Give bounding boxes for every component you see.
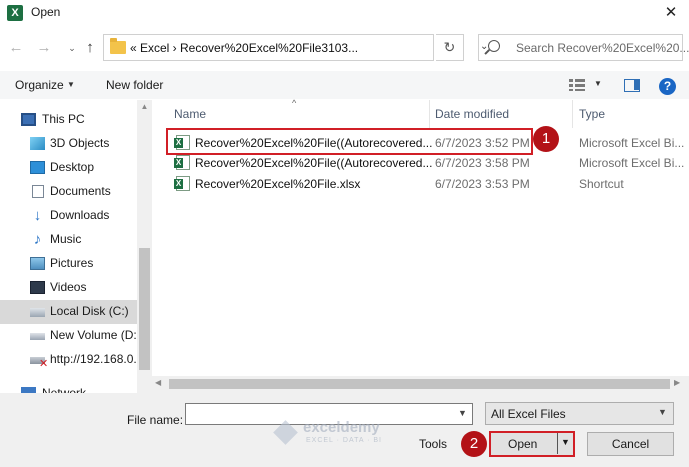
file-name-label: File name: — [127, 413, 184, 427]
sidebar-item-local-disk[interactable]: Local Disk (C:) — [0, 300, 137, 324]
sidebar-item-3d-objects[interactable]: 3D Objects — [0, 132, 137, 156]
file-type: Microsoft Excel Bi... — [579, 156, 685, 170]
file-type: Microsoft Excel Bi... — [579, 136, 685, 150]
highlight-box — [166, 128, 533, 155]
sidebar-item-label: Desktop — [50, 160, 95, 174]
downloads-icon: ↓ — [33, 207, 42, 224]
column-header-name[interactable]: Name — [174, 107, 206, 121]
up-button[interactable]: ↑ — [80, 38, 100, 58]
tools-button[interactable]: Tools — [419, 437, 447, 451]
sidebar-item-network-drive[interactable]: ✕ http://192.168.0. — [0, 348, 137, 372]
watermark-logo: exceldemy EXCEL · DATA · BI — [273, 418, 413, 448]
open-button-label: Open — [508, 437, 538, 451]
navigation-pane: This PC 3D Objects Desktop Documents ↓ D… — [0, 100, 152, 395]
excel-shortcut-icon — [174, 176, 190, 191]
column-header-row: Name Date modified Type — [162, 100, 689, 128]
cancel-button[interactable]: Cancel — [587, 432, 674, 456]
address-bar[interactable]: « Excel › Recover%20Excel%20File3103... … — [103, 34, 488, 61]
chevron-down-icon[interactable]: ▼ — [67, 80, 75, 89]
desktop-icon — [30, 161, 45, 174]
sidebar-item-label: This PC — [42, 112, 85, 126]
file-name: Recover%20Excel%20File((Autorecovered... — [195, 156, 433, 170]
sidebar-item-label: Videos — [50, 280, 87, 294]
drive-icon — [30, 308, 45, 317]
file-date: 6/7/2023 3:53 PM — [435, 177, 530, 191]
file-type-filter[interactable]: All Excel Files ▼ — [485, 402, 674, 425]
file-type: Shortcut — [579, 177, 624, 191]
sidebar-item-downloads[interactable]: ↓ Downloads — [0, 204, 137, 228]
step-badge-1: 1 — [533, 126, 559, 152]
sidebar-scrollbar[interactable]: ▲ — [137, 100, 152, 395]
scroll-right-icon[interactable]: ▶ — [674, 378, 680, 387]
excel-icon: X — [7, 5, 23, 21]
file-type-filter-value: All Excel Files — [491, 407, 566, 421]
horizontal-scrollbar[interactable]: ◀ ▶ — [152, 376, 689, 393]
refresh-button[interactable]: ↻ — [436, 34, 464, 61]
view-options-icon[interactable] — [569, 79, 585, 91]
close-button[interactable]: ✕ — [660, 3, 682, 23]
music-icon: ♪ — [33, 231, 42, 248]
sidebar-item-this-pc[interactable]: This PC — [0, 108, 137, 132]
file-row[interactable]: Recover%20Excel%20File((Autorecovered...… — [162, 153, 689, 173]
sidebar-item-label: New Volume (D: — [50, 328, 137, 342]
disconnected-icon: ✕ — [39, 358, 49, 370]
chevron-down-icon[interactable]: ▼ — [594, 79, 602, 88]
window-title: Open — [31, 5, 61, 19]
forward-button[interactable]: → — [34, 38, 54, 58]
sidebar-item-label: Music — [50, 232, 82, 246]
sidebar-item-pictures[interactable]: Pictures — [0, 252, 137, 276]
sidebar-item-desktop[interactable]: Desktop — [0, 156, 137, 180]
watermark-tagline: EXCEL · DATA · BI — [306, 437, 382, 444]
search-placeholder: Search Recover%20Excel%20... — [516, 41, 689, 55]
open-options-chevron-icon[interactable]: ▼ — [561, 437, 570, 447]
documents-icon — [32, 185, 44, 198]
folder-icon — [110, 38, 126, 54]
watermark-name: exceldemy — [303, 419, 380, 436]
preview-pane-icon[interactable] — [624, 79, 640, 92]
scroll-up-icon[interactable]: ▲ — [137, 102, 152, 111]
split-divider — [557, 433, 558, 454]
file-date: 6/7/2023 3:58 PM — [435, 156, 530, 170]
column-header-date[interactable]: Date modified — [435, 107, 509, 121]
videos-icon — [30, 281, 45, 294]
excel-file-icon — [174, 155, 190, 170]
scrollbar-thumb[interactable] — [139, 248, 150, 370]
drive-icon — [30, 333, 45, 340]
sidebar-item-documents[interactable]: Documents — [0, 180, 137, 204]
pc-icon — [21, 113, 36, 126]
command-toolbar: Organize ▼ New folder ▼ ? — [0, 71, 689, 99]
sidebar-item-label: Downloads — [50, 208, 110, 222]
step-badge-2: 2 — [461, 431, 487, 457]
pictures-icon — [30, 257, 45, 270]
scroll-left-icon[interactable]: ◀ — [155, 378, 161, 387]
search-icon — [488, 40, 500, 52]
recent-locations-button[interactable]: ⌄ — [62, 38, 82, 58]
column-header-type[interactable]: Type — [579, 107, 605, 121]
sidebar-item-new-volume[interactable]: New Volume (D: — [0, 324, 137, 348]
open-button[interactable]: Open ▼ — [489, 431, 575, 457]
sidebar-item-label: Pictures — [50, 256, 94, 270]
sidebar-item-label: Local Disk (C:) — [50, 304, 129, 318]
help-icon[interactable]: ? — [659, 78, 676, 95]
back-button[interactable]: ← — [6, 38, 26, 58]
chevron-down-icon[interactable]: ▼ — [658, 407, 667, 417]
address-breadcrumb[interactable]: « Excel › Recover%20Excel%20File3103... — [130, 41, 358, 55]
cube-icon — [30, 137, 45, 150]
sidebar-item-videos[interactable]: Videos — [0, 276, 137, 300]
new-folder-button[interactable]: New folder — [106, 78, 163, 92]
title-bar: X Open ✕ — [0, 0, 689, 27]
exceldemy-logo-icon — [273, 420, 298, 445]
sidebar-item-label: 3D Objects — [50, 136, 110, 150]
sidebar-item-music[interactable]: ♪ Music — [0, 228, 137, 252]
sidebar-item-label: Documents — [50, 184, 111, 198]
search-input[interactable]: Search Recover%20Excel%20... — [478, 34, 689, 61]
file-name: Recover%20Excel%20File.xlsx — [195, 177, 361, 191]
sidebar-item-label: http://192.168.0. — [50, 352, 137, 366]
file-row[interactable]: Recover%20Excel%20File.xlsx 6/7/2023 3:5… — [162, 174, 689, 194]
organize-button[interactable]: Organize — [15, 78, 64, 92]
scrollbar-thumb[interactable] — [169, 379, 670, 389]
chevron-down-icon[interactable]: ▼ — [458, 408, 467, 418]
